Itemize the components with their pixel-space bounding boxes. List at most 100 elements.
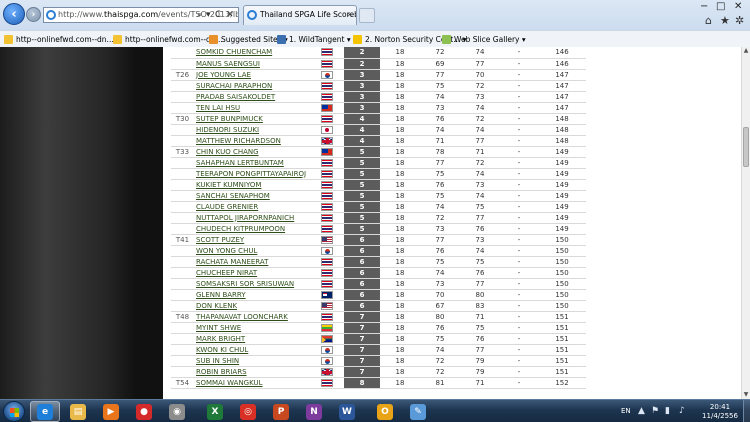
player-name-link[interactable]: SOMMAI WANGKUL	[196, 379, 263, 387]
volume-icon[interactable]: ♪	[679, 406, 685, 416]
new-tab-button[interactable]	[359, 8, 375, 23]
player-name-link[interactable]: CHIN KUO CHANG	[196, 148, 259, 156]
round1-cell: 76	[420, 113, 460, 125]
page-viewport: SOMKID CHUENCHAM 2 18 72 74-146 MANUS SAENGSU…	[0, 47, 750, 399]
taskbar-clock[interactable]: 20:41 11/4/2556	[700, 403, 740, 421]
player-name-link[interactable]: RACHATA MANEERAT	[196, 258, 268, 266]
tab-thaispga-scoreboard[interactable]: Thailand SPGA Life Scorebo... ×	[243, 5, 357, 25]
show-desktop-button[interactable]	[743, 400, 750, 422]
scroll-down-icon[interactable]: ▼	[742, 391, 750, 399]
round2-cell: 76	[460, 333, 500, 345]
player-name-link[interactable]: SANCHAI SENAPHOM	[196, 192, 270, 200]
favorite-web-slice-gallery[interactable]: Web Slice Gallery ▾	[442, 33, 526, 46]
taskbar-pin-app-button[interactable]: ●	[129, 401, 159, 422]
player-name-link[interactable]: JOE YOUNG LAE	[196, 71, 251, 79]
to-par-cell: 4	[344, 113, 380, 125]
favorite-page-icon	[113, 35, 122, 44]
minimize-icon[interactable]: −	[700, 1, 708, 12]
player-name-link[interactable]: WON YONG CHUL	[196, 247, 257, 255]
suggested-sites-icon	[209, 35, 218, 44]
favorite-link-1[interactable]: http--onlinefwd.com--dn...	[4, 33, 114, 46]
player-name-link[interactable]: CHUDECH KITPRUMPOON	[196, 225, 285, 233]
start-button[interactable]	[3, 401, 25, 422]
taskbar-powerpoint-button[interactable]: P	[266, 401, 296, 422]
refresh-icon[interactable]: C	[215, 8, 221, 22]
player-name-link[interactable]: SCOTT PUZEY	[196, 236, 244, 244]
leaderboard-row: T26 JOE YOUNG LAE 3 18 77 70-147	[171, 69, 586, 81]
flag-cell	[310, 212, 344, 224]
favorite-wildtangent[interactable]: 1. WildTangent ▾	[277, 33, 351, 46]
round1-cell: 73	[420, 102, 460, 114]
player-name-link[interactable]: TEERAPON PONGPITTAYAPAIROJ	[196, 170, 306, 178]
player-name-link[interactable]: SUTEP BUNPIMUCK	[196, 115, 263, 123]
player-name-link[interactable]: CLAUDE GRENIER	[196, 203, 258, 211]
player-name-link[interactable]: PRADAB SAISAKOLDET	[196, 93, 275, 101]
player-name-link[interactable]: SOMKID CHUENCHAM	[196, 48, 272, 56]
forward-button[interactable]: ›	[26, 7, 41, 22]
player-name-link[interactable]: KWON KI CHUL	[196, 346, 248, 354]
player-name-link[interactable]: MYINT SHWE	[196, 324, 241, 332]
thailand-flag-icon	[321, 268, 333, 277]
player-name-link[interactable]: SOMSAKSRI SOR SRISUWAN	[196, 280, 294, 288]
taskbar-word-button[interactable]: W	[332, 401, 362, 422]
round2-cell: 79	[460, 355, 500, 367]
flag-cell	[310, 80, 344, 92]
favorite-suggested-sites[interactable]: Suggested Sites ▾	[209, 33, 288, 46]
vertical-scrollbar[interactable]: ▲ ▼	[741, 47, 750, 399]
favorite-link-2[interactable]: http--onlinefwd.com--dn...	[113, 33, 223, 46]
close-window-icon[interactable]: ✕	[734, 1, 742, 12]
search-icon[interactable]: ⌕	[197, 8, 202, 22]
network-icon[interactable]: ▮	[665, 406, 670, 416]
powerpoint-icon: P	[273, 403, 289, 420]
player-name-cell: TEN LAI HSU	[194, 102, 310, 114]
back-button[interactable]: ‹	[3, 3, 25, 25]
player-name-link[interactable]: MATTHEW RICHARDSON	[196, 137, 281, 145]
player-name-link[interactable]: GLENN BARRY	[196, 291, 246, 299]
player-name-link[interactable]: TEN LAI HSU	[196, 104, 240, 112]
taskbar-explorer-button[interactable]: ▤	[63, 401, 93, 422]
home-icon[interactable]: ⌂	[705, 14, 712, 27]
favorites-star-icon[interactable]: ★	[720, 14, 730, 27]
thru-cell: 18	[380, 322, 420, 334]
taskbar-outlook-button[interactable]: O	[370, 401, 400, 422]
player-name-link[interactable]: KUKIET KUMNIYOM	[196, 181, 261, 189]
tab-close-icon[interactable]: ×	[346, 6, 353, 24]
player-name-link[interactable]: SAHAPHAN LERTBUNTAM	[196, 159, 284, 167]
round3-cell: -	[500, 124, 538, 136]
player-name-link[interactable]: SUB IN SHIN	[196, 357, 239, 365]
total-cell: 149	[538, 212, 586, 224]
taskbar-paint-button[interactable]: ✎	[403, 401, 433, 422]
player-name-link[interactable]: MANUS SAENGSUI	[196, 60, 260, 68]
round1-cell: 77	[420, 157, 460, 169]
player-name-link[interactable]: SURACHAI PARAPHON	[196, 82, 272, 90]
dropdown-icon[interactable]: ▾	[206, 8, 211, 22]
scroll-thumb[interactable]	[743, 127, 749, 167]
player-name-link[interactable]: DON KLENK	[196, 302, 237, 310]
position-cell: T54	[171, 377, 194, 389]
to-par-cell: 5	[344, 168, 380, 180]
maximize-icon[interactable]: □	[716, 1, 725, 12]
player-name-link[interactable]: HIDENORI SUZUKI	[196, 126, 259, 134]
leaderboard-row: SOMKID CHUENCHAM 2 18 72 74-146	[171, 47, 586, 59]
stop-icon[interactable]: ✕	[226, 8, 234, 22]
norton-icon	[353, 35, 362, 44]
action-center-flag-icon[interactable]: ⚑	[651, 406, 659, 416]
taskbar-excel-button[interactable]: X	[200, 401, 230, 422]
taskbar-chrome-button[interactable]: ◎	[233, 401, 263, 422]
taskbar-disc-app-button[interactable]: ◉	[162, 401, 192, 422]
taskbar-onenote-button[interactable]: N	[299, 401, 329, 422]
show-hidden-icons-icon[interactable]: ▲	[638, 406, 645, 416]
player-name-link[interactable]: ROBIN BRIARS	[196, 368, 247, 376]
korea-flag-icon	[321, 70, 333, 79]
player-name-link[interactable]: NUTTAPOL JIRAPORNPANICH	[196, 214, 294, 222]
settings-gear-icon[interactable]: ✲	[735, 14, 744, 27]
scroll-up-icon[interactable]: ▲	[742, 47, 750, 55]
leaderboard-row: KWON KI CHUL 7 18 74 77-151	[171, 344, 586, 356]
taskbar-ie-button[interactable]: e	[30, 401, 60, 422]
player-name-link[interactable]: MARK BRIGHT	[196, 335, 245, 343]
language-indicator[interactable]: EN	[621, 407, 631, 415]
taskbar-media-player-button[interactable]: ▶	[96, 401, 126, 422]
player-name-link[interactable]: THAPANAVAT LOONCHARK	[196, 313, 288, 321]
player-name-link[interactable]: CHUCHEEP NIRAT	[196, 269, 257, 277]
chrome-icon: ◎	[240, 403, 256, 420]
